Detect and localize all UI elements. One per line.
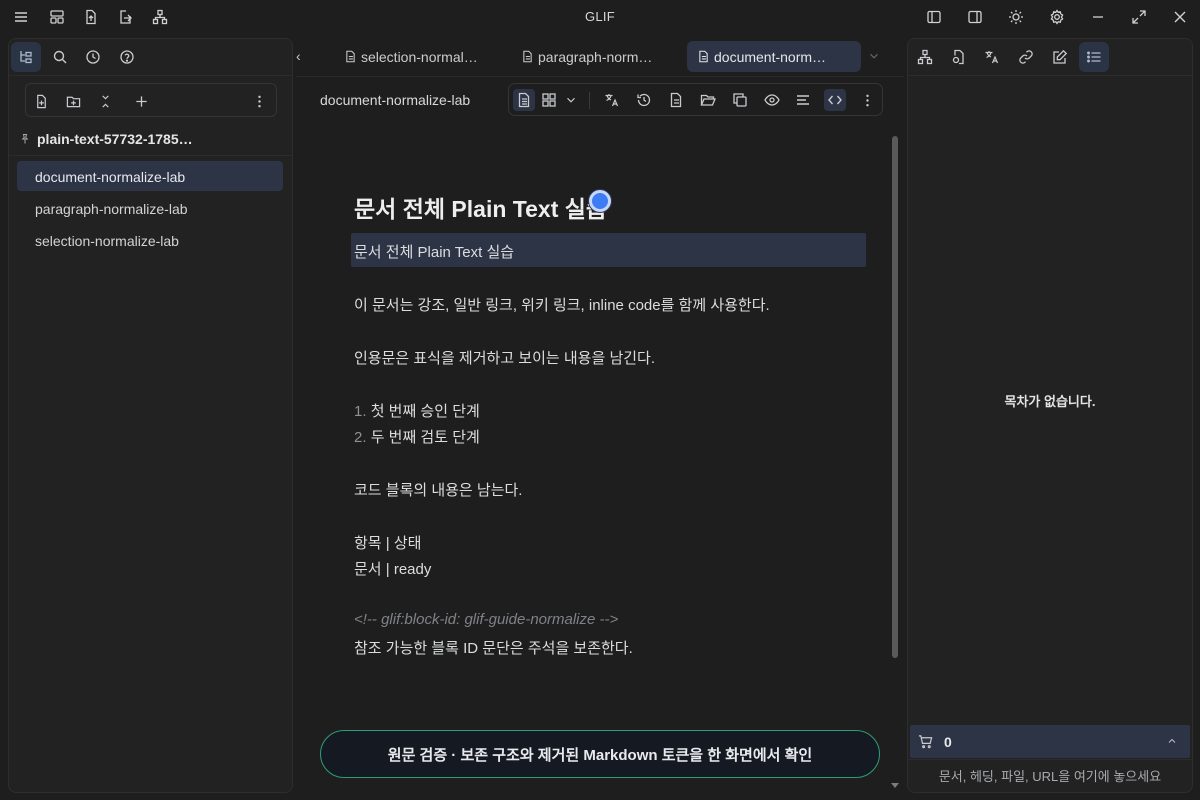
outline-list-icon[interactable] — [1079, 42, 1109, 72]
file-explorer-tab[interactable] — [11, 42, 41, 72]
editor-toolbar — [508, 83, 883, 116]
preview-eye-icon[interactable] — [761, 89, 783, 111]
grid-view-icon[interactable] — [538, 89, 560, 111]
list-text: 첫 번째 승인 단계 — [370, 403, 480, 420]
layout-icon[interactable] — [46, 6, 68, 28]
document-icon — [523, 50, 532, 63]
mouse-cursor — [589, 190, 611, 212]
recent-clock-icon[interactable] — [78, 42, 108, 72]
toolbar-divider — [589, 92, 590, 109]
vault-name: plain-text-57732-1785… — [37, 131, 193, 147]
file-text-icon[interactable] — [665, 89, 687, 111]
cart-count: 0 — [944, 734, 952, 750]
settings-gear-icon[interactable] — [1046, 6, 1068, 28]
more-options-icon[interactable] — [248, 90, 270, 112]
minimize-icon[interactable] — [1087, 6, 1109, 28]
pin-icon — [21, 134, 29, 144]
toggle-right-sidebar-icon[interactable] — [964, 6, 986, 28]
file-item-paragraph-normalize-lab[interactable]: paragraph-normalize-lab — [17, 193, 283, 223]
tab-label: selection-normal… — [361, 48, 478, 65]
toggle-left-sidebar-icon[interactable] — [923, 6, 945, 28]
history-icon[interactable] — [633, 89, 655, 111]
table-row-2[interactable]: 문서 | ready — [354, 558, 431, 579]
source-code-icon[interactable] — [824, 89, 846, 111]
right-sidebar: 목차가 없습니다. 0 문서, 헤딩, 파일, URL을 여기에 놓으세요 — [907, 38, 1193, 793]
edit-icon[interactable] — [1045, 42, 1075, 72]
title-bar: GLIF — [0, 0, 1200, 34]
menu-icon[interactable] — [10, 6, 32, 28]
divider — [9, 155, 292, 156]
collapse-all-icon[interactable] — [94, 90, 116, 112]
block-id-comment[interactable]: <!-- glif:block-id: glif-guide-normalize… — [354, 611, 618, 628]
maximize-icon[interactable] — [1128, 6, 1150, 28]
list-number: 2. — [354, 429, 367, 446]
tab-paragraph-normalize[interactable]: paragraph-norm… — [511, 41, 671, 72]
align-text-icon[interactable] — [792, 89, 814, 111]
paragraph-3[interactable]: 코드 블록의 내용은 남는다. — [354, 479, 522, 500]
highlighted-line-text: 문서 전체 Plain Text 실습 — [354, 244, 515, 261]
tab-list-chevron-icon[interactable] — [867, 49, 881, 63]
info-banner: 원문 검증 · 보존 구조와 제거된 Markdown 토큰을 한 화면에서 확… — [320, 730, 880, 778]
document-icon — [346, 50, 355, 63]
scroll-down-icon[interactable] — [890, 780, 900, 790]
drop-zone-hint[interactable]: 문서, 헤딩, 파일, URL을 여기에 놓으세요 — [908, 766, 1192, 785]
theme-sun-icon[interactable] — [1005, 6, 1027, 28]
file-item-document-normalize-lab[interactable]: document-normalize-lab — [17, 161, 283, 191]
list-number: 1. — [354, 403, 367, 420]
graph-icon[interactable] — [149, 6, 171, 28]
chevron-up-icon[interactable] — [1166, 735, 1178, 747]
divider — [908, 759, 1192, 760]
paragraph-2[interactable]: 인용문은 표식을 제거하고 보이는 내용을 남긴다. — [354, 347, 655, 368]
search-icon[interactable] — [45, 42, 75, 72]
left-sidebar: plain-text-57732-1785… document-normaliz… — [8, 38, 293, 793]
toc-empty-message: 목차가 없습니다. — [1004, 394, 1096, 409]
list-text: 두 번째 검토 단계 — [370, 429, 480, 446]
close-icon[interactable] — [1169, 6, 1191, 28]
tab-label: document-norm… — [714, 48, 827, 65]
tab-scroll-left[interactable]: ‹ — [296, 48, 301, 64]
help-icon[interactable] — [112, 42, 142, 72]
file-upload-icon[interactable] — [80, 6, 102, 28]
link-icon[interactable] — [1011, 42, 1041, 72]
table-row-1[interactable]: 항목 | 상태 — [354, 532, 421, 553]
folder-open-icon[interactable] — [697, 89, 719, 111]
outgoing-links-graph-icon[interactable] — [910, 42, 940, 72]
translate-icon[interactable] — [601, 89, 623, 111]
list-item-2[interactable]: 2. 두 번째 검토 단계 — [354, 426, 480, 447]
new-note-icon[interactable] — [30, 90, 52, 112]
collection-tray[interactable]: 0 — [910, 725, 1190, 758]
tab-bar-divider — [296, 76, 904, 77]
tab-label: paragraph-norm… — [538, 48, 653, 65]
breadcrumb: document-normalize-lab — [320, 92, 471, 108]
file-link-icon[interactable] — [944, 42, 974, 72]
new-folder-icon[interactable] — [62, 90, 84, 112]
tab-document-normalize[interactable]: document-norm… — [687, 41, 861, 72]
editor-scrollbar[interactable] — [892, 136, 898, 658]
divider — [9, 75, 292, 76]
document-heading[interactable]: 문서 전체 Plain Text 실습 — [354, 190, 607, 224]
divider — [908, 75, 1192, 76]
list-item-1[interactable]: 1. 첫 번째 승인 단계 — [354, 400, 480, 421]
document-view-icon[interactable] — [513, 89, 535, 111]
paragraph-1[interactable]: 이 문서는 강조, 일반 링크, 위키 링크, inline code를 함께 … — [354, 294, 770, 315]
file-item-selection-normalize-lab[interactable]: selection-normalize-lab — [17, 225, 283, 255]
add-icon[interactable] — [130, 90, 152, 112]
copy-icon[interactable] — [729, 89, 751, 111]
cart-icon — [918, 734, 933, 749]
paragraph-4[interactable]: 참조 가능한 블록 ID 문단은 주석을 보존한다. — [354, 637, 633, 658]
more-options-icon[interactable] — [856, 89, 878, 111]
file-nav-toolbar — [25, 83, 277, 117]
file-export-icon[interactable] — [114, 6, 136, 28]
document-icon — [699, 50, 708, 63]
view-dropdown-chevron-icon[interactable] — [560, 89, 582, 111]
tab-selection-normalize[interactable]: selection-normal… — [334, 41, 494, 72]
vault-root[interactable]: plain-text-57732-1785… — [19, 129, 284, 149]
translate-icon[interactable] — [977, 42, 1007, 72]
